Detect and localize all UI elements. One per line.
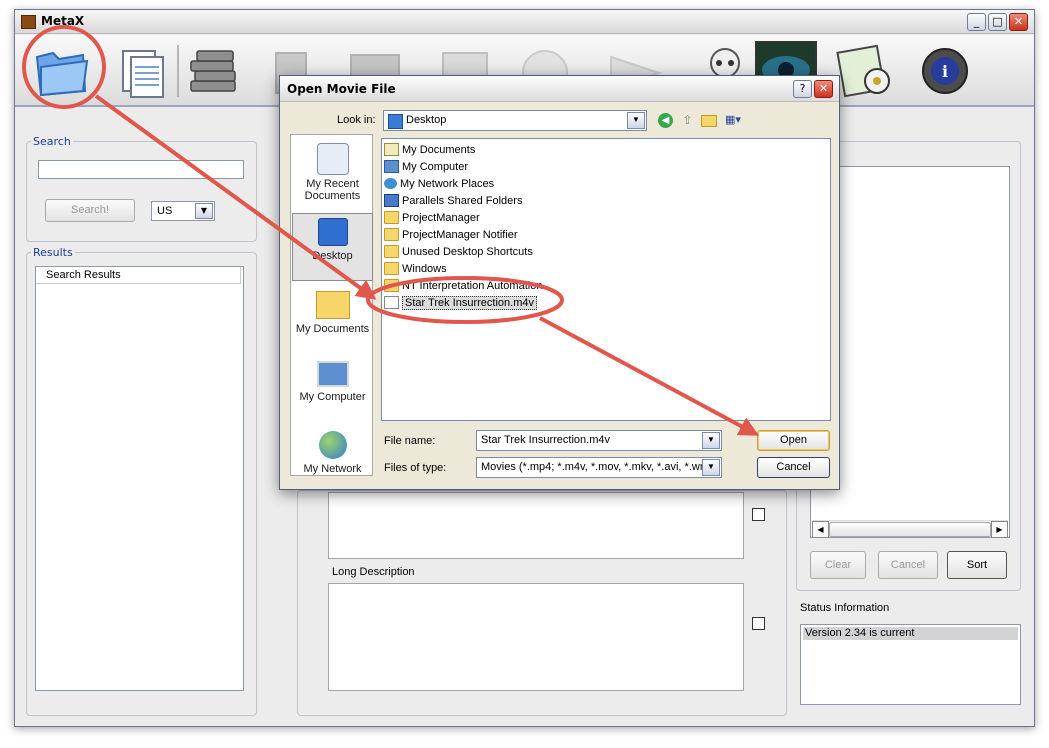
network-globe-icon bbox=[318, 431, 347, 459]
status-message: Version 2.34 is current bbox=[803, 627, 1018, 640]
folder-icon bbox=[384, 262, 399, 275]
list-item-selected[interactable]: Star Trek Insurrection.m4v bbox=[384, 294, 537, 311]
artwork-list[interactable] bbox=[810, 166, 1010, 538]
chevron-down-icon[interactable]: ▼ bbox=[195, 203, 213, 219]
view-menu-icon[interactable]: ▦▾ bbox=[725, 113, 747, 128]
list-item[interactable]: Unused Desktop Shortcuts bbox=[384, 243, 533, 260]
computer-icon bbox=[316, 361, 349, 387]
place-recent-documents[interactable]: My Recent Documents bbox=[291, 143, 374, 202]
list-item[interactable]: ProjectManager bbox=[384, 209, 480, 226]
search-legend: Search bbox=[33, 135, 71, 148]
help-button[interactable]: ? bbox=[793, 80, 812, 98]
movie-file-icon bbox=[384, 296, 399, 309]
folder-icon bbox=[384, 245, 399, 258]
open-folder-icon[interactable] bbox=[31, 43, 91, 99]
svg-text:i: i bbox=[942, 62, 948, 81]
clear-button[interactable]: Clear bbox=[810, 551, 866, 579]
file-name-input[interactable]: Star Trek Insurrection.m4v ▼ bbox=[476, 430, 722, 451]
place-my-network[interactable]: My Network bbox=[291, 431, 374, 475]
long-description-label: Long Description bbox=[332, 566, 415, 578]
list-item[interactable]: Windows bbox=[384, 260, 447, 277]
checklist-icon[interactable] bbox=[835, 43, 895, 99]
file-type-label: Files of type: bbox=[384, 462, 447, 474]
file-name-label: File name: bbox=[384, 435, 436, 447]
dialog-title: Open Movie File bbox=[287, 82, 396, 96]
search-input[interactable] bbox=[38, 160, 244, 179]
results-list[interactable]: Search Results bbox=[35, 266, 244, 691]
scroll-thumb[interactable] bbox=[829, 522, 991, 537]
scroll-right-icon[interactable]: ▶ bbox=[991, 521, 1008, 538]
place-my-computer[interactable]: My Computer bbox=[291, 361, 374, 403]
chevron-down-icon[interactable]: ▼ bbox=[627, 112, 645, 129]
list-item[interactable]: My Network Places bbox=[384, 175, 494, 192]
list-item[interactable]: My Computer bbox=[384, 158, 468, 175]
shared-folder-icon bbox=[384, 194, 399, 207]
country-select[interactable]: US ▼ bbox=[151, 201, 215, 221]
folder-icon bbox=[384, 211, 399, 224]
toolbar-separator bbox=[177, 45, 179, 97]
folder-icon bbox=[384, 228, 399, 241]
list-item[interactable]: My Documents bbox=[384, 141, 475, 158]
desktop-icon bbox=[317, 218, 348, 246]
long-description-checkbox[interactable] bbox=[752, 617, 765, 630]
look-in-value: Desktop bbox=[406, 114, 447, 126]
app-title: MetaX bbox=[41, 14, 85, 28]
list-item[interactable]: NT Interpretation Automation bbox=[384, 277, 542, 294]
title-bar[interactable]: MetaX _ □ ✕ bbox=[15, 10, 1034, 34]
minimize-button[interactable]: _ bbox=[967, 13, 986, 31]
new-folder-icon[interactable] bbox=[701, 115, 717, 127]
clock-document-icon bbox=[316, 143, 349, 175]
app-logo-icon bbox=[21, 15, 36, 29]
dialog-title-bar[interactable]: Open Movie File ? ✕ bbox=[280, 76, 839, 102]
sort-button[interactable]: Sort bbox=[947, 551, 1007, 579]
folder-icon bbox=[384, 279, 399, 292]
open-movie-dialog: Open Movie File ? ✕ Look in: Desktop ▼ ◀… bbox=[279, 75, 840, 490]
short-description-checkbox[interactable] bbox=[752, 508, 765, 521]
place-desktop[interactable]: Desktop bbox=[292, 213, 373, 281]
back-icon[interactable]: ◀ bbox=[658, 113, 673, 128]
dialog-cancel-button[interactable]: Cancel bbox=[757, 457, 830, 478]
places-bar: My Recent Documents Desktop My Documents… bbox=[290, 134, 373, 476]
status-label: Status Information bbox=[800, 602, 890, 614]
books-icon[interactable] bbox=[183, 43, 243, 99]
look-in-label: Look in: bbox=[337, 114, 376, 126]
file-name-value: Star Trek Insurrection.m4v bbox=[481, 434, 610, 446]
file-type-select[interactable]: Movies (*.mp4; *.m4v, *.mov, *.mkv, *.av… bbox=[476, 457, 722, 478]
documents-icon[interactable] bbox=[113, 43, 173, 99]
list-item[interactable]: Parallels Shared Folders bbox=[384, 192, 522, 209]
list-item[interactable]: ProjectManager Notifier bbox=[384, 226, 518, 243]
up-folder-icon[interactable]: ⇧ bbox=[680, 113, 695, 128]
close-button[interactable]: ✕ bbox=[1009, 13, 1028, 31]
cancel-sort-button[interactable]: Cancel bbox=[878, 551, 938, 579]
network-places-icon bbox=[384, 178, 397, 189]
status-box: Version 2.34 is current bbox=[800, 624, 1021, 705]
search-button[interactable]: Search! bbox=[45, 199, 135, 222]
country-value: US bbox=[157, 205, 173, 217]
info-icon[interactable]: i bbox=[915, 43, 975, 99]
dialog-close-button[interactable]: ✕ bbox=[814, 80, 833, 98]
file-type-value: Movies (*.mp4; *.m4v, *.mov, *.mkv, *.av… bbox=[481, 461, 709, 473]
file-list[interactable]: My Documents My Computer My Network Plac… bbox=[381, 138, 831, 421]
maximize-button[interactable]: □ bbox=[988, 13, 1007, 31]
results-column-header[interactable]: Search Results bbox=[36, 267, 241, 284]
my-documents-icon bbox=[384, 143, 399, 156]
scroll-left-icon[interactable]: ◀ bbox=[812, 521, 829, 538]
long-description-field[interactable] bbox=[328, 583, 744, 691]
my-computer-icon bbox=[384, 160, 399, 173]
chevron-down-icon[interactable]: ▼ bbox=[702, 432, 720, 449]
documents-folder-icon bbox=[315, 291, 350, 319]
desktop-small-icon bbox=[388, 114, 403, 129]
chevron-down-icon[interactable]: ▼ bbox=[702, 459, 720, 476]
short-description-field[interactable] bbox=[328, 492, 744, 559]
open-button[interactable]: Open bbox=[757, 430, 830, 451]
place-my-documents[interactable]: My Documents bbox=[291, 291, 374, 335]
results-legend: Results bbox=[33, 246, 73, 259]
look-in-select[interactable]: Desktop ▼ bbox=[383, 110, 647, 131]
search-group: Search bbox=[26, 135, 257, 242]
horizontal-scrollbar[interactable]: ◀ ▶ bbox=[812, 520, 1008, 538]
